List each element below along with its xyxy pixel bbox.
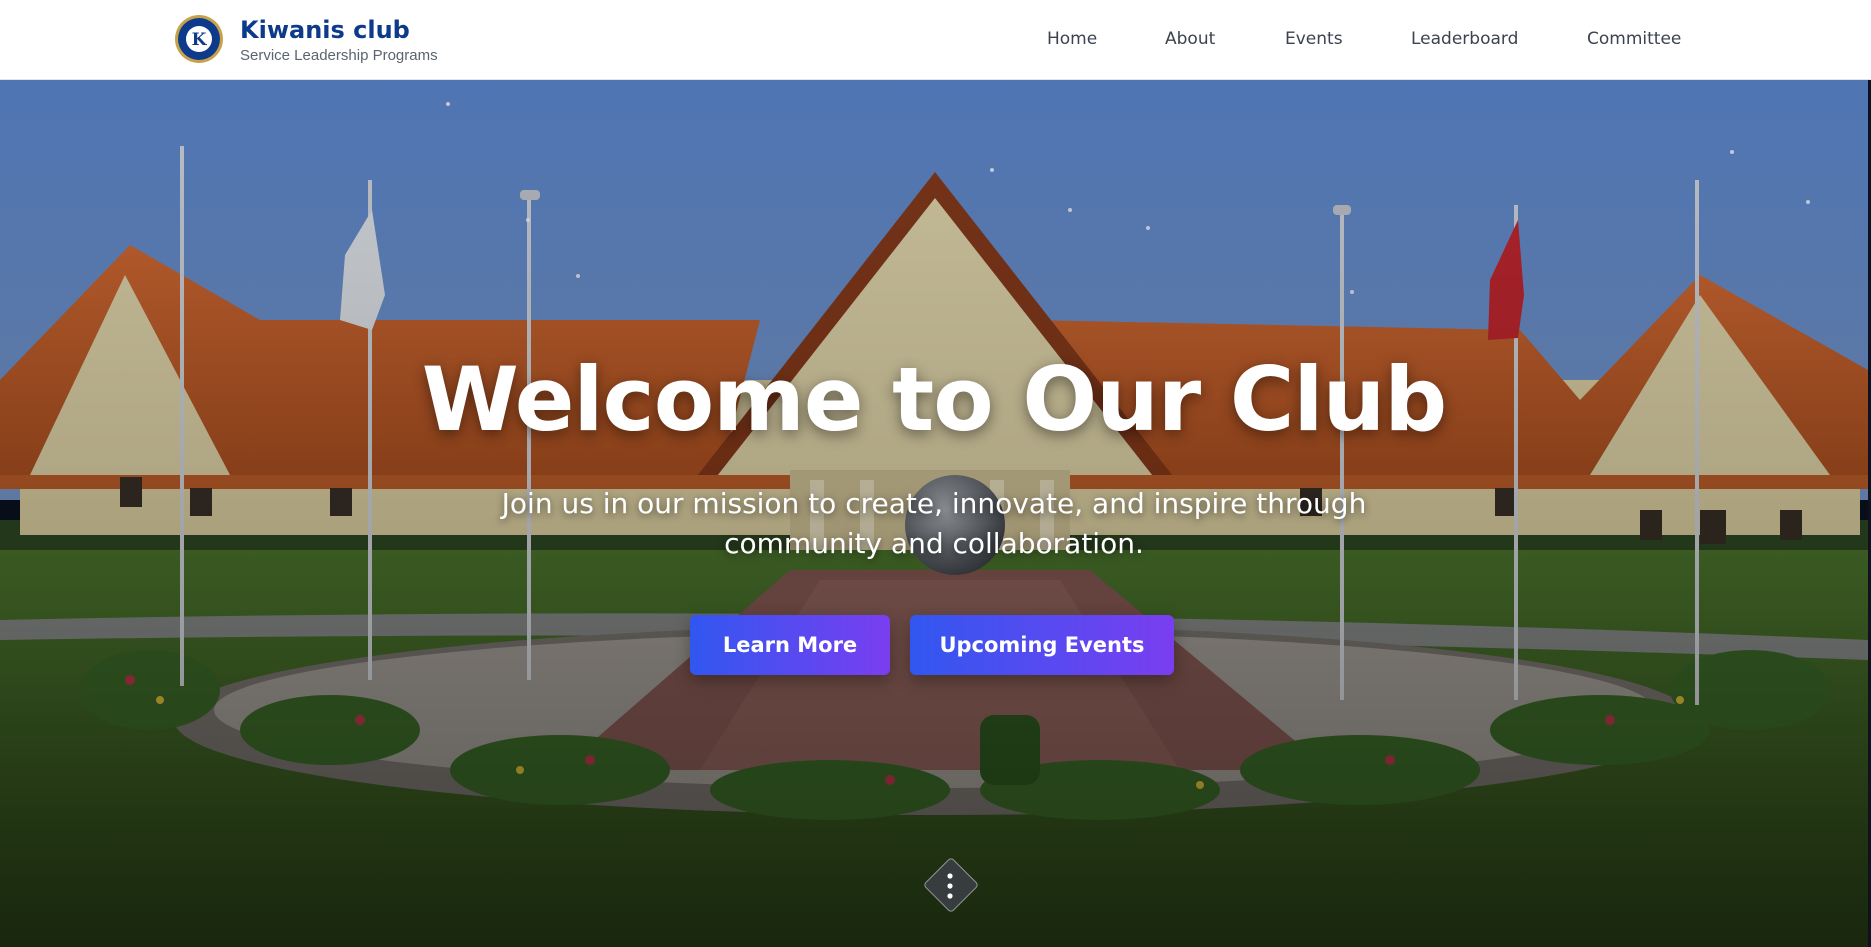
nav-about[interactable]: About <box>1165 29 1215 49</box>
svg-text:K: K <box>192 30 208 50</box>
site-header: K Kiwanis club Service Leadership Progra… <box>0 0 1871 80</box>
nav-events[interactable]: Events <box>1285 29 1343 49</box>
learn-more-button[interactable]: Learn More <box>690 615 890 675</box>
hero-section: Welcome to Our Club Join us in our missi… <box>0 80 1868 947</box>
brand-title: Kiwanis club <box>240 15 410 44</box>
more-dots-icon <box>947 873 953 899</box>
upcoming-events-button[interactable]: Upcoming Events <box>910 615 1174 675</box>
nav-home[interactable]: Home <box>1047 29 1097 49</box>
nav-committee[interactable]: Committee <box>1587 29 1681 49</box>
nav-leaderboard[interactable]: Leaderboard <box>1411 29 1518 49</box>
brand[interactable]: K Kiwanis club Service Leadership Progra… <box>174 14 438 64</box>
kiwanis-logo-icon: K <box>175 15 223 63</box>
hero-subtitle: Join us in our mission to create, innova… <box>501 487 1367 560</box>
hero-title: Welcome to Our Club <box>421 348 1447 451</box>
brand-subtitle: Service Leadership Programs <box>240 46 438 64</box>
brand-text: Kiwanis club Service Leadership Programs <box>240 15 438 64</box>
